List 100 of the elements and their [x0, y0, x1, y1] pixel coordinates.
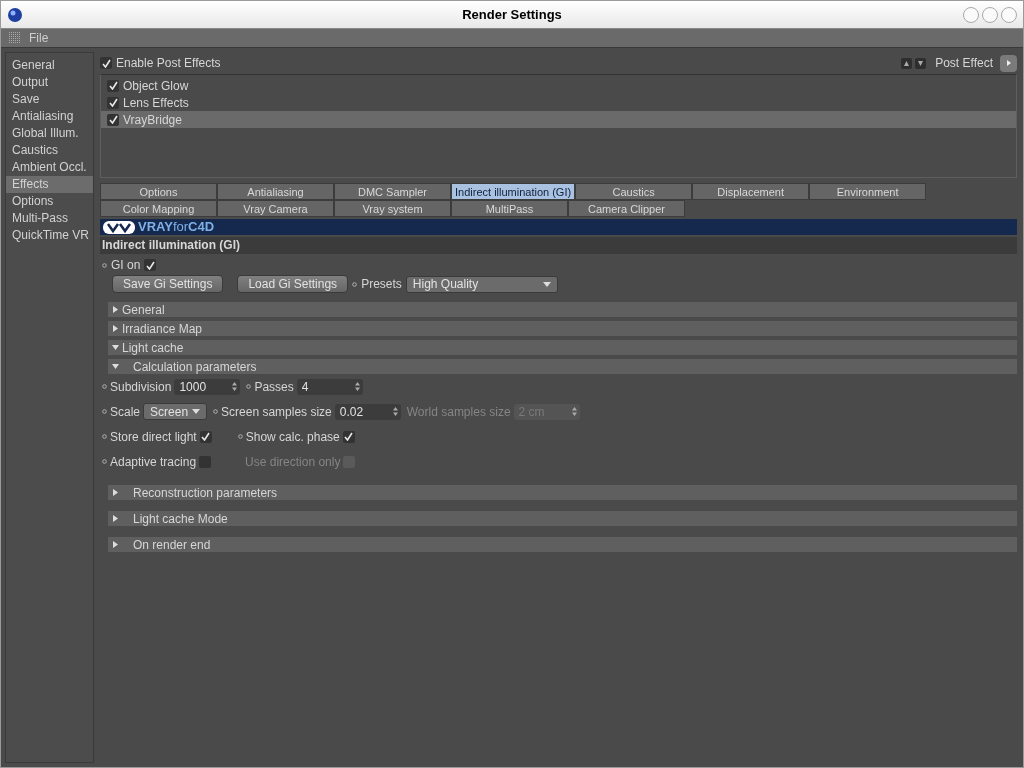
- field-label: Show calc. phase: [245, 429, 340, 444]
- tab[interactable]: Antialiasing: [217, 183, 334, 200]
- checkbox[interactable]: [144, 259, 157, 271]
- effect-label: Object Glow: [123, 78, 189, 93]
- tab[interactable]: Caustics: [575, 183, 693, 200]
- tab[interactable]: Color Mapping: [100, 200, 217, 217]
- number-field[interactable]: 0.02: [334, 403, 401, 420]
- section-title: Indirect illumination (GI): [100, 237, 1017, 254]
- spinner-arrows-icon[interactable]: [392, 407, 398, 416]
- sidebar-item[interactable]: Antialiasing: [6, 108, 93, 125]
- tab[interactable]: Options: [100, 183, 217, 200]
- post-effect-menu-button[interactable]: [1000, 54, 1017, 72]
- effect-row[interactable]: VrayBridge: [101, 111, 1016, 128]
- field-label: Subdivision: [110, 379, 172, 394]
- field-label: Store direct light: [110, 429, 197, 444]
- tab[interactable]: Environment: [809, 183, 927, 200]
- spinner-arrows-icon[interactable]: [354, 382, 360, 391]
- grip-icon[interactable]: [9, 32, 21, 44]
- spinner-arrows-icon[interactable]: [232, 382, 238, 391]
- up-triangle-icon: [904, 60, 910, 66]
- field-label: GI on: [111, 258, 141, 272]
- field-label: Passes: [254, 379, 294, 394]
- animation-dot-icon: [102, 434, 107, 439]
- post-effect-label: Post Effect: [935, 56, 993, 70]
- effect-row[interactable]: Lens Effects: [101, 94, 1016, 111]
- field-label: Scale: [110, 404, 141, 419]
- checkbox[interactable]: [107, 79, 119, 92]
- field-label: Adaptive tracing: [110, 454, 197, 469]
- checkbox[interactable]: [107, 96, 119, 109]
- group-header[interactable]: Calculation parameters: [108, 359, 1017, 374]
- tab[interactable]: Displacement: [692, 183, 810, 200]
- tab[interactable]: Indirect illumination (GI): [451, 183, 576, 200]
- effect-label: Lens Effects: [123, 95, 189, 110]
- checkbox[interactable]: [342, 430, 355, 443]
- move-down-button[interactable]: [915, 57, 927, 69]
- dropdown-caret-icon: [542, 281, 551, 287]
- sidebar-item[interactable]: General: [6, 57, 93, 74]
- sidebar-item[interactable]: Effects: [6, 176, 93, 193]
- sidebar-item[interactable]: QuickTime VR: [6, 227, 93, 244]
- push-button[interactable]: Save Gi Settings: [112, 275, 224, 293]
- collapsed-triangle-icon[interactable]: [112, 515, 119, 522]
- group-header[interactable]: Light cache Mode: [108, 511, 1017, 526]
- checkbox[interactable]: [100, 57, 112, 69]
- dropdown[interactable]: Screen: [143, 403, 208, 420]
- collapsed-triangle-icon[interactable]: [112, 325, 119, 332]
- right-triangle-icon: [1006, 60, 1011, 66]
- effect-row[interactable]: Object Glow: [101, 77, 1016, 94]
- checkbox[interactable]: [199, 430, 212, 443]
- check-icon: [101, 58, 111, 68]
- tab[interactable]: Vray Camera: [217, 200, 334, 217]
- sidebar-item[interactable]: Output: [6, 74, 93, 91]
- animation-dot-icon: [102, 409, 107, 414]
- dropdown-caret-icon: [192, 409, 201, 414]
- collapsed-triangle-icon[interactable]: [112, 541, 119, 548]
- collapsed-triangle-icon[interactable]: [112, 489, 119, 496]
- group-header[interactable]: Reconstruction parameters: [108, 485, 1017, 500]
- effect-label: VrayBridge: [123, 112, 182, 127]
- sidebar-item[interactable]: Multi-Pass: [6, 210, 93, 227]
- sidebar-item[interactable]: Global Illum.: [6, 125, 93, 142]
- animation-dot-icon: [213, 409, 219, 414]
- group-header[interactable]: Irradiance Map: [108, 321, 1017, 336]
- window-title: Render Settings: [461, 7, 563, 22]
- group-header[interactable]: General: [108, 302, 1017, 317]
- presets-dropdown[interactable]: High Quality: [405, 275, 558, 293]
- animation-dot-icon: [352, 281, 358, 287]
- collapsed-triangle-icon[interactable]: [112, 306, 119, 313]
- sidebar-item[interactable]: Ambient Occl.: [6, 159, 93, 176]
- menu-item[interactable]: File: [29, 31, 49, 45]
- tab[interactable]: Vray system: [334, 200, 451, 217]
- checkbox-label: Enable Post Effects: [116, 56, 221, 70]
- down-triangle-icon: [918, 60, 924, 66]
- tab[interactable]: DMC Sampler: [334, 183, 451, 200]
- field-label: Use direction only: [245, 454, 341, 469]
- checkbox[interactable]: [107, 113, 119, 126]
- sidebar-item[interactable]: Save: [6, 91, 93, 108]
- group-header[interactable]: On render end: [108, 537, 1017, 552]
- spinner-arrows-icon[interactable]: [571, 407, 577, 416]
- push-button[interactable]: Load Gi Settings: [237, 275, 349, 293]
- tab[interactable]: Camera Clipper: [568, 200, 685, 217]
- check-icon: [344, 432, 354, 441]
- tab[interactable]: MultiPass: [451, 200, 568, 217]
- logo-text: VRAYforC4D: [138, 220, 215, 234]
- animation-dot-icon: [102, 459, 107, 464]
- expanded-triangle-icon[interactable]: [112, 344, 119, 351]
- move-up-button[interactable]: [901, 57, 913, 69]
- animation-dot-icon: [246, 384, 252, 389]
- field-label: World samples size: [406, 404, 511, 419]
- sidebar-item[interactable]: Options: [6, 193, 93, 210]
- animation-dot-icon: [237, 434, 243, 439]
- app-logo-icon: [7, 6, 23, 23]
- number-field[interactable]: 4: [296, 378, 363, 395]
- sidebar-item[interactable]: Caustics: [6, 142, 93, 159]
- animation-dot-icon: [102, 384, 107, 389]
- expanded-triangle-icon[interactable]: [112, 363, 119, 370]
- number-field[interactable]: 1000: [174, 378, 241, 395]
- check-icon: [145, 260, 155, 270]
- animation-dot-icon: [102, 262, 107, 268]
- field-label: Presets: [361, 277, 402, 291]
- group-header[interactable]: Light cache: [108, 340, 1017, 355]
- check-icon: [201, 432, 211, 441]
